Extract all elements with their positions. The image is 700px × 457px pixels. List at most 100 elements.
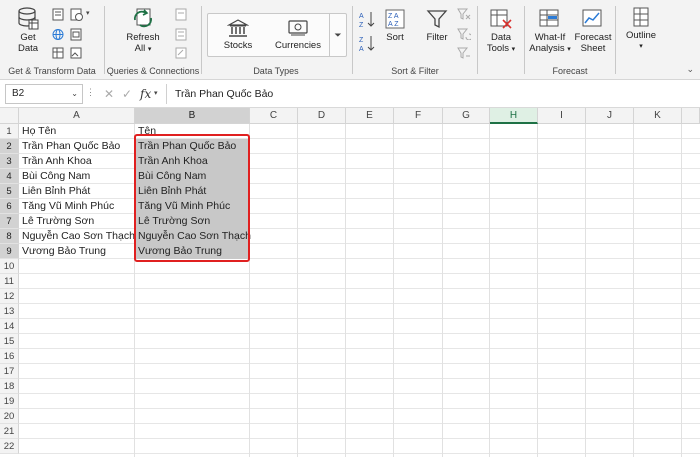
group-label-get-transform: Get & Transform Data xyxy=(8,66,96,76)
data-tools-text: Tools xyxy=(486,43,510,54)
row-header-21[interactable]: 21 xyxy=(0,424,19,439)
cell-a8[interactable]: Nguyễn Cao Sơn Thạch xyxy=(19,229,135,244)
text-csv-icon[interactable] xyxy=(52,8,64,21)
cell-a2[interactable]: Trần Phan Quốc Bảo xyxy=(19,139,120,154)
column-header-b[interactable]: B xyxy=(135,108,250,124)
row-header-7[interactable]: 7 xyxy=(0,214,19,229)
row-header-17[interactable]: 17 xyxy=(0,364,19,379)
database-icon xyxy=(18,7,39,30)
data-tools-button[interactable]: Data Tools ▾ xyxy=(482,8,520,55)
cell-a3[interactable]: Trần Anh Khoa xyxy=(19,154,92,169)
column-header-k[interactable]: K xyxy=(634,108,682,124)
row-header-5[interactable]: 5 xyxy=(0,184,19,199)
row-header-18[interactable]: 18 xyxy=(0,379,19,394)
advanced-filter-icon[interactable] xyxy=(457,47,471,59)
what-if-label: What-If xyxy=(534,32,566,43)
web-icon[interactable] xyxy=(52,28,64,41)
clear-filter-icon[interactable] xyxy=(457,8,471,20)
select-all-corner[interactable] xyxy=(0,108,19,124)
column-header-d[interactable]: D xyxy=(298,108,346,124)
what-if-analysis-button[interactable]: What-If Analysis ▾ xyxy=(527,8,573,55)
group-data-tools: Data Tools ▾ xyxy=(478,0,524,80)
cell-a5[interactable]: Liên Bỉnh Phát xyxy=(19,184,90,199)
row-header-12[interactable]: 12 xyxy=(0,289,19,304)
row-header-10[interactable]: 10 xyxy=(0,259,19,274)
column-header-a[interactable]: A xyxy=(19,108,135,124)
column-header-e[interactable]: E xyxy=(346,108,394,124)
row-header-13[interactable]: 13 xyxy=(0,304,19,319)
row-header-8[interactable]: 8 xyxy=(0,229,19,244)
row-header-14[interactable]: 14 xyxy=(0,319,19,334)
stocks-label: Stocks xyxy=(223,40,253,51)
sort-descending-icon[interactable]: ZA xyxy=(359,34,375,52)
refresh-icon xyxy=(134,8,152,28)
get-data-button[interactable]: Get Data xyxy=(10,6,46,54)
data-tools-icon xyxy=(490,9,512,29)
collapse-ribbon-icon[interactable]: ⌄ xyxy=(686,64,694,75)
svg-text:A: A xyxy=(359,13,364,20)
filter-label: Filter xyxy=(426,32,448,43)
refresh-label2: All ▾ xyxy=(123,43,163,55)
sort-ascending-icon[interactable]: AZ xyxy=(359,10,375,28)
group-label-sort-filter: Sort & Filter xyxy=(391,66,439,76)
column-header-g[interactable]: G xyxy=(443,108,490,124)
row-header-1[interactable]: 1 xyxy=(0,124,19,139)
highlight-box xyxy=(134,134,250,262)
confirm-icon[interactable]: ✓ xyxy=(122,84,132,104)
row-header-16[interactable]: 16 xyxy=(0,349,19,364)
row-header-20[interactable]: 20 xyxy=(0,409,19,424)
cell-a9[interactable]: Vương Bảo Trung xyxy=(19,244,106,259)
formula-bar: B2 ⌄ ⋮ ✕ ✓ fx ▾ Trần Phan Quốc Bảo xyxy=(0,80,700,108)
cancel-icon[interactable]: ✕ xyxy=(104,84,114,104)
column-header-c[interactable]: C xyxy=(250,108,298,124)
refresh-all-text: All xyxy=(134,43,146,54)
forecast-label: Forecast xyxy=(574,32,612,43)
column-header-i[interactable]: I xyxy=(538,108,586,124)
currencies-button[interactable]: Currencies xyxy=(272,18,324,51)
name-box[interactable]: B2 ⌄ xyxy=(5,84,83,104)
cell-a7[interactable]: Lê Trường Sơn xyxy=(19,214,94,229)
properties-icon[interactable] xyxy=(175,28,187,41)
row-header-9[interactable]: 9 xyxy=(0,244,19,259)
cell-a1[interactable]: Họ Tên xyxy=(19,124,56,139)
forecast-sheet-button[interactable]: Forecast Sheet xyxy=(573,8,613,54)
chevron-down-icon[interactable]: ▾ xyxy=(154,84,158,104)
row-header-15[interactable]: 15 xyxy=(0,334,19,349)
queries-connections-icon[interactable] xyxy=(175,8,187,21)
cell-a4[interactable]: Bùi Công Nam xyxy=(19,169,90,184)
data-types-gallery[interactable]: Stocks Currencies ⏷ xyxy=(207,13,347,57)
row-header-22[interactable]: 22 xyxy=(0,439,19,454)
refresh-label: Refresh xyxy=(126,32,160,43)
outline-label: Outline xyxy=(625,30,657,41)
column-header-h[interactable]: H xyxy=(490,108,538,124)
row-header-2[interactable]: 2 xyxy=(0,139,19,154)
gallery-more-icon[interactable]: ⏷ xyxy=(329,14,346,56)
recent-sources-icon[interactable] xyxy=(70,8,84,21)
cell-a6[interactable]: Tăng Vũ Minh Phúc xyxy=(19,199,114,214)
outline-button[interactable]: Outline ▾ xyxy=(620,6,662,52)
forecast-chart-icon xyxy=(582,9,602,27)
sort-button[interactable]: Z A A Z Sort xyxy=(381,8,409,43)
formula-input[interactable]: Trần Phan Quốc Bảo xyxy=(166,84,700,104)
bank-icon xyxy=(227,19,249,37)
formula-controls: ✕ ✓ fx ▾ xyxy=(90,84,164,104)
row-header-6[interactable]: 6 xyxy=(0,199,19,214)
group-get-transform: Get Data ▾ Get & Transform Data xyxy=(0,0,104,80)
table-range-icon[interactable] xyxy=(52,47,64,59)
insert-function-icon[interactable]: fx xyxy=(140,84,151,104)
column-header-j[interactable]: J xyxy=(586,108,634,124)
row-header-4[interactable]: 4 xyxy=(0,169,19,184)
chevron-down-icon[interactable]: ▾ xyxy=(86,9,90,17)
stocks-button[interactable]: Stocks xyxy=(216,18,260,51)
existing-connections-icon[interactable] xyxy=(70,28,82,41)
from-picture-icon[interactable] xyxy=(70,47,82,59)
row-header-11[interactable]: 11 xyxy=(0,274,19,289)
filter-button[interactable]: Filter xyxy=(421,8,453,43)
reapply-icon[interactable] xyxy=(457,28,471,40)
chevron-down-icon[interactable]: ⌄ xyxy=(71,85,78,103)
row-header-19[interactable]: 19 xyxy=(0,394,19,409)
column-header-f[interactable]: F xyxy=(394,108,443,124)
edit-links-icon[interactable] xyxy=(175,47,187,59)
row-header-3[interactable]: 3 xyxy=(0,154,19,169)
refresh-all-button[interactable]: Refresh All ▾ xyxy=(123,6,163,55)
